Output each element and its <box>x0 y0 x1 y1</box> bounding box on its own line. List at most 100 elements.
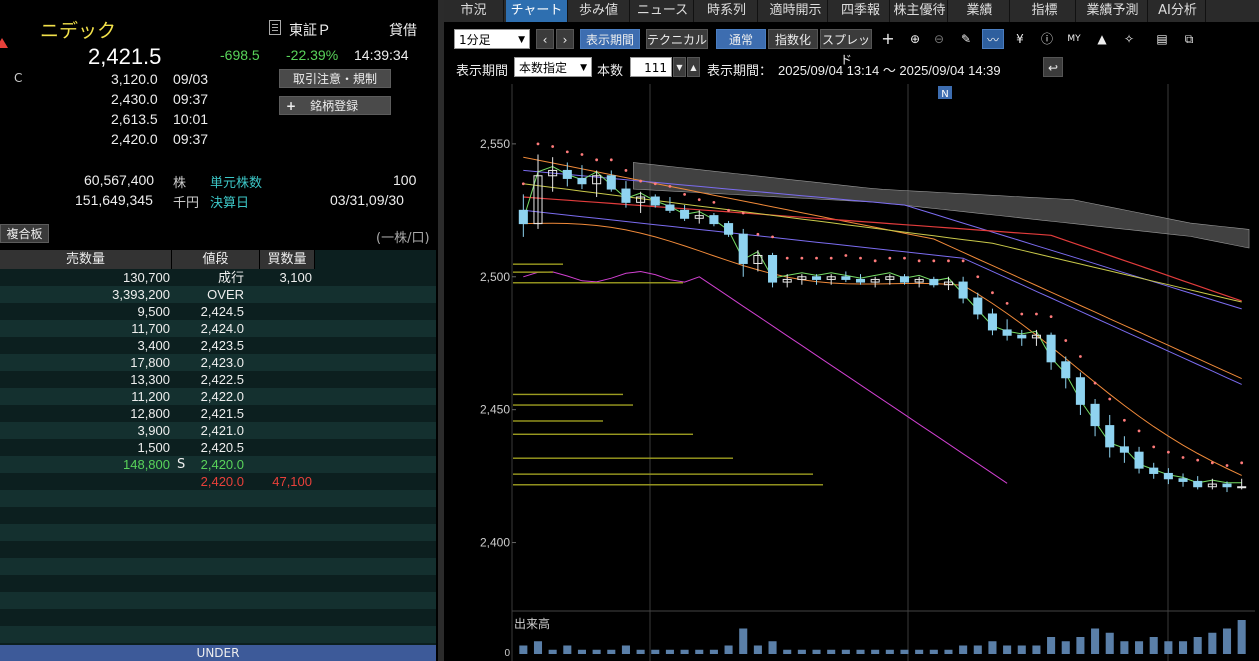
book-row[interactable]: 1,500 2,420.5 <box>0 439 436 456</box>
count-up-button[interactable]: ▲ <box>687 57 700 77</box>
candle-body <box>1119 446 1129 453</box>
book-row[interactable]: 9,500 2,424.5 <box>0 303 436 320</box>
book-row[interactable] <box>0 490 436 507</box>
book-row[interactable]: 3,393,200 OVER <box>0 286 436 303</box>
tab-1[interactable]: チャート <box>506 0 568 22</box>
unit-shares-value: 100 <box>393 172 417 188</box>
display-period-button[interactable]: 表示期間 <box>580 29 640 49</box>
book-marker: S <box>177 457 186 472</box>
book-row[interactable] <box>0 524 436 541</box>
wrench-icon[interactable]: ✧ <box>1118 29 1140 49</box>
book-row[interactable]: 3,400 2,423.5 <box>0 337 436 354</box>
book-row[interactable] <box>0 541 436 558</box>
book-row[interactable] <box>0 626 436 643</box>
tab-3[interactable]: ニュース <box>632 0 694 22</box>
book-row[interactable]: 148,800 S 2,420.0 <box>0 456 436 473</box>
candle-body <box>841 276 851 280</box>
caution-button[interactable]: 取引注意・規制 <box>279 69 391 88</box>
book-row[interactable]: 2,420.0 47,100 <box>0 473 436 490</box>
count-input[interactable]: 111 <box>630 57 672 77</box>
volume-bar <box>1032 645 1041 654</box>
tab-6[interactable]: 四季報 <box>832 0 890 22</box>
next-button[interactable]: › <box>556 29 574 49</box>
tab-8[interactable]: 業績 <box>950 0 1010 22</box>
book-row[interactable]: 3,900 2,421.0 <box>0 422 436 439</box>
tab-2[interactable]: 歩み値 <box>568 0 630 22</box>
area-chart-icon[interactable]: ▲ <box>1091 29 1113 49</box>
my-icon[interactable]: MY <box>1063 29 1085 49</box>
tab-5[interactable]: 適時開示 <box>764 0 828 22</box>
normal-button[interactable]: 通常 <box>716 29 766 49</box>
tab-7[interactable]: 株主優待 <box>892 0 948 22</box>
psar-dot <box>741 211 745 215</box>
zoom-in-icon[interactable]: ⊕ <box>905 29 925 49</box>
tab-9[interactable]: 指標 <box>1014 0 1076 22</box>
tab-11[interactable]: AI分析 <box>1150 0 1206 22</box>
volume-zero-label: 0 <box>504 648 510 659</box>
book-tab[interactable]: 複合板 <box>0 224 49 243</box>
tab-0[interactable]: 市況 <box>444 0 504 22</box>
prev-button[interactable]: ‹ <box>536 29 554 49</box>
quote-time: 10:01 <box>173 111 209 127</box>
psar-dot <box>1079 355 1082 358</box>
price-chart[interactable]: 2,550 2,500 2,450 2,400 N 出来高 0 <box>444 84 1259 661</box>
book-row[interactable] <box>0 507 436 524</box>
period-range: 2025/09/04 13:14 ～ 2025/09/04 14:39 <box>778 63 1001 78</box>
print-icon[interactable]: ▤ <box>1151 29 1173 49</box>
candle-body <box>899 276 910 283</box>
info-icon[interactable]: ⓘ <box>1037 29 1057 49</box>
book-row[interactable]: 13,300 2,422.5 <box>0 371 436 388</box>
tab-10[interactable]: 業績予測 <box>1078 0 1148 22</box>
plus-icon[interactable]: + <box>878 29 898 49</box>
volume-bar <box>695 649 704 654</box>
triangle-alert-icon <box>0 38 8 48</box>
book-row[interactable]: 11,700 2,424.0 <box>0 320 436 337</box>
candle-body <box>518 209 528 225</box>
pencil-icon[interactable]: ✎ <box>956 29 976 49</box>
stock-name: ニデック <box>40 20 117 42</box>
doc-icon[interactable] <box>269 20 281 35</box>
book-row[interactable]: 11,200 2,422.0 <box>0 388 436 405</box>
candle-body <box>606 175 616 190</box>
reset-button[interactable]: ↩ <box>1043 57 1063 77</box>
candle-body <box>577 177 587 185</box>
tab-4[interactable]: 時系列 <box>696 0 758 22</box>
book-price: 2,422.0 <box>200 389 244 404</box>
book-row[interactable]: 17,800 2,423.0 <box>0 354 436 371</box>
volume-bar <box>607 649 616 654</box>
spread-button[interactable]: スプレッド <box>820 29 872 67</box>
count-down-button[interactable]: ▼ <box>673 57 686 77</box>
psar-dot <box>1093 381 1097 385</box>
book-row[interactable] <box>0 558 436 575</box>
chevron-down-icon: ▼ <box>676 63 683 72</box>
volume-bar <box>680 649 689 654</box>
indexed-button[interactable]: 指数化 <box>768 29 818 49</box>
technical-button[interactable]: テクニカル <box>646 29 708 49</box>
tab-label: 適時開示 <box>769 3 822 18</box>
count-mode-select[interactable]: 本数指定 ▼ <box>514 57 592 77</box>
yen-icon[interactable]: ¥ <box>1010 29 1030 49</box>
psar-dot <box>653 182 657 186</box>
zoom-out-icon[interactable]: ⊖ <box>929 29 949 49</box>
book-row[interactable]: 12,800 2,421.5 <box>0 405 436 422</box>
book-row[interactable] <box>0 575 436 592</box>
plus-icon: + <box>286 98 297 113</box>
volume-bar <box>1017 645 1026 654</box>
popout-icon[interactable]: ⧉ <box>1178 29 1200 49</box>
candle-body <box>680 209 690 219</box>
under-bar[interactable]: UNDER <box>0 645 436 661</box>
candle-body <box>1178 478 1188 482</box>
tab-label: 株主優待 <box>893 3 946 18</box>
indicator-icon[interactable]: 〰 <box>982 29 1004 49</box>
book-row[interactable] <box>0 609 436 626</box>
quote-value: 2,420.0 <box>111 131 158 147</box>
register-button[interactable]: + 銘柄登録 <box>279 96 391 115</box>
chart-area[interactable]: 2,550 2,500 2,450 2,400 N 出来高 0 <box>444 84 1259 661</box>
book-row[interactable] <box>0 592 436 609</box>
interval-select[interactable]: 1分足 ▼ <box>454 29 530 49</box>
y-tick-label: 2,400 <box>480 536 510 550</box>
psar-dot <box>903 256 906 260</box>
volume-bar <box>724 645 733 654</box>
book-row[interactable]: 130,700 成行 3,100 <box>0 269 436 286</box>
volume-bar <box>577 649 587 654</box>
